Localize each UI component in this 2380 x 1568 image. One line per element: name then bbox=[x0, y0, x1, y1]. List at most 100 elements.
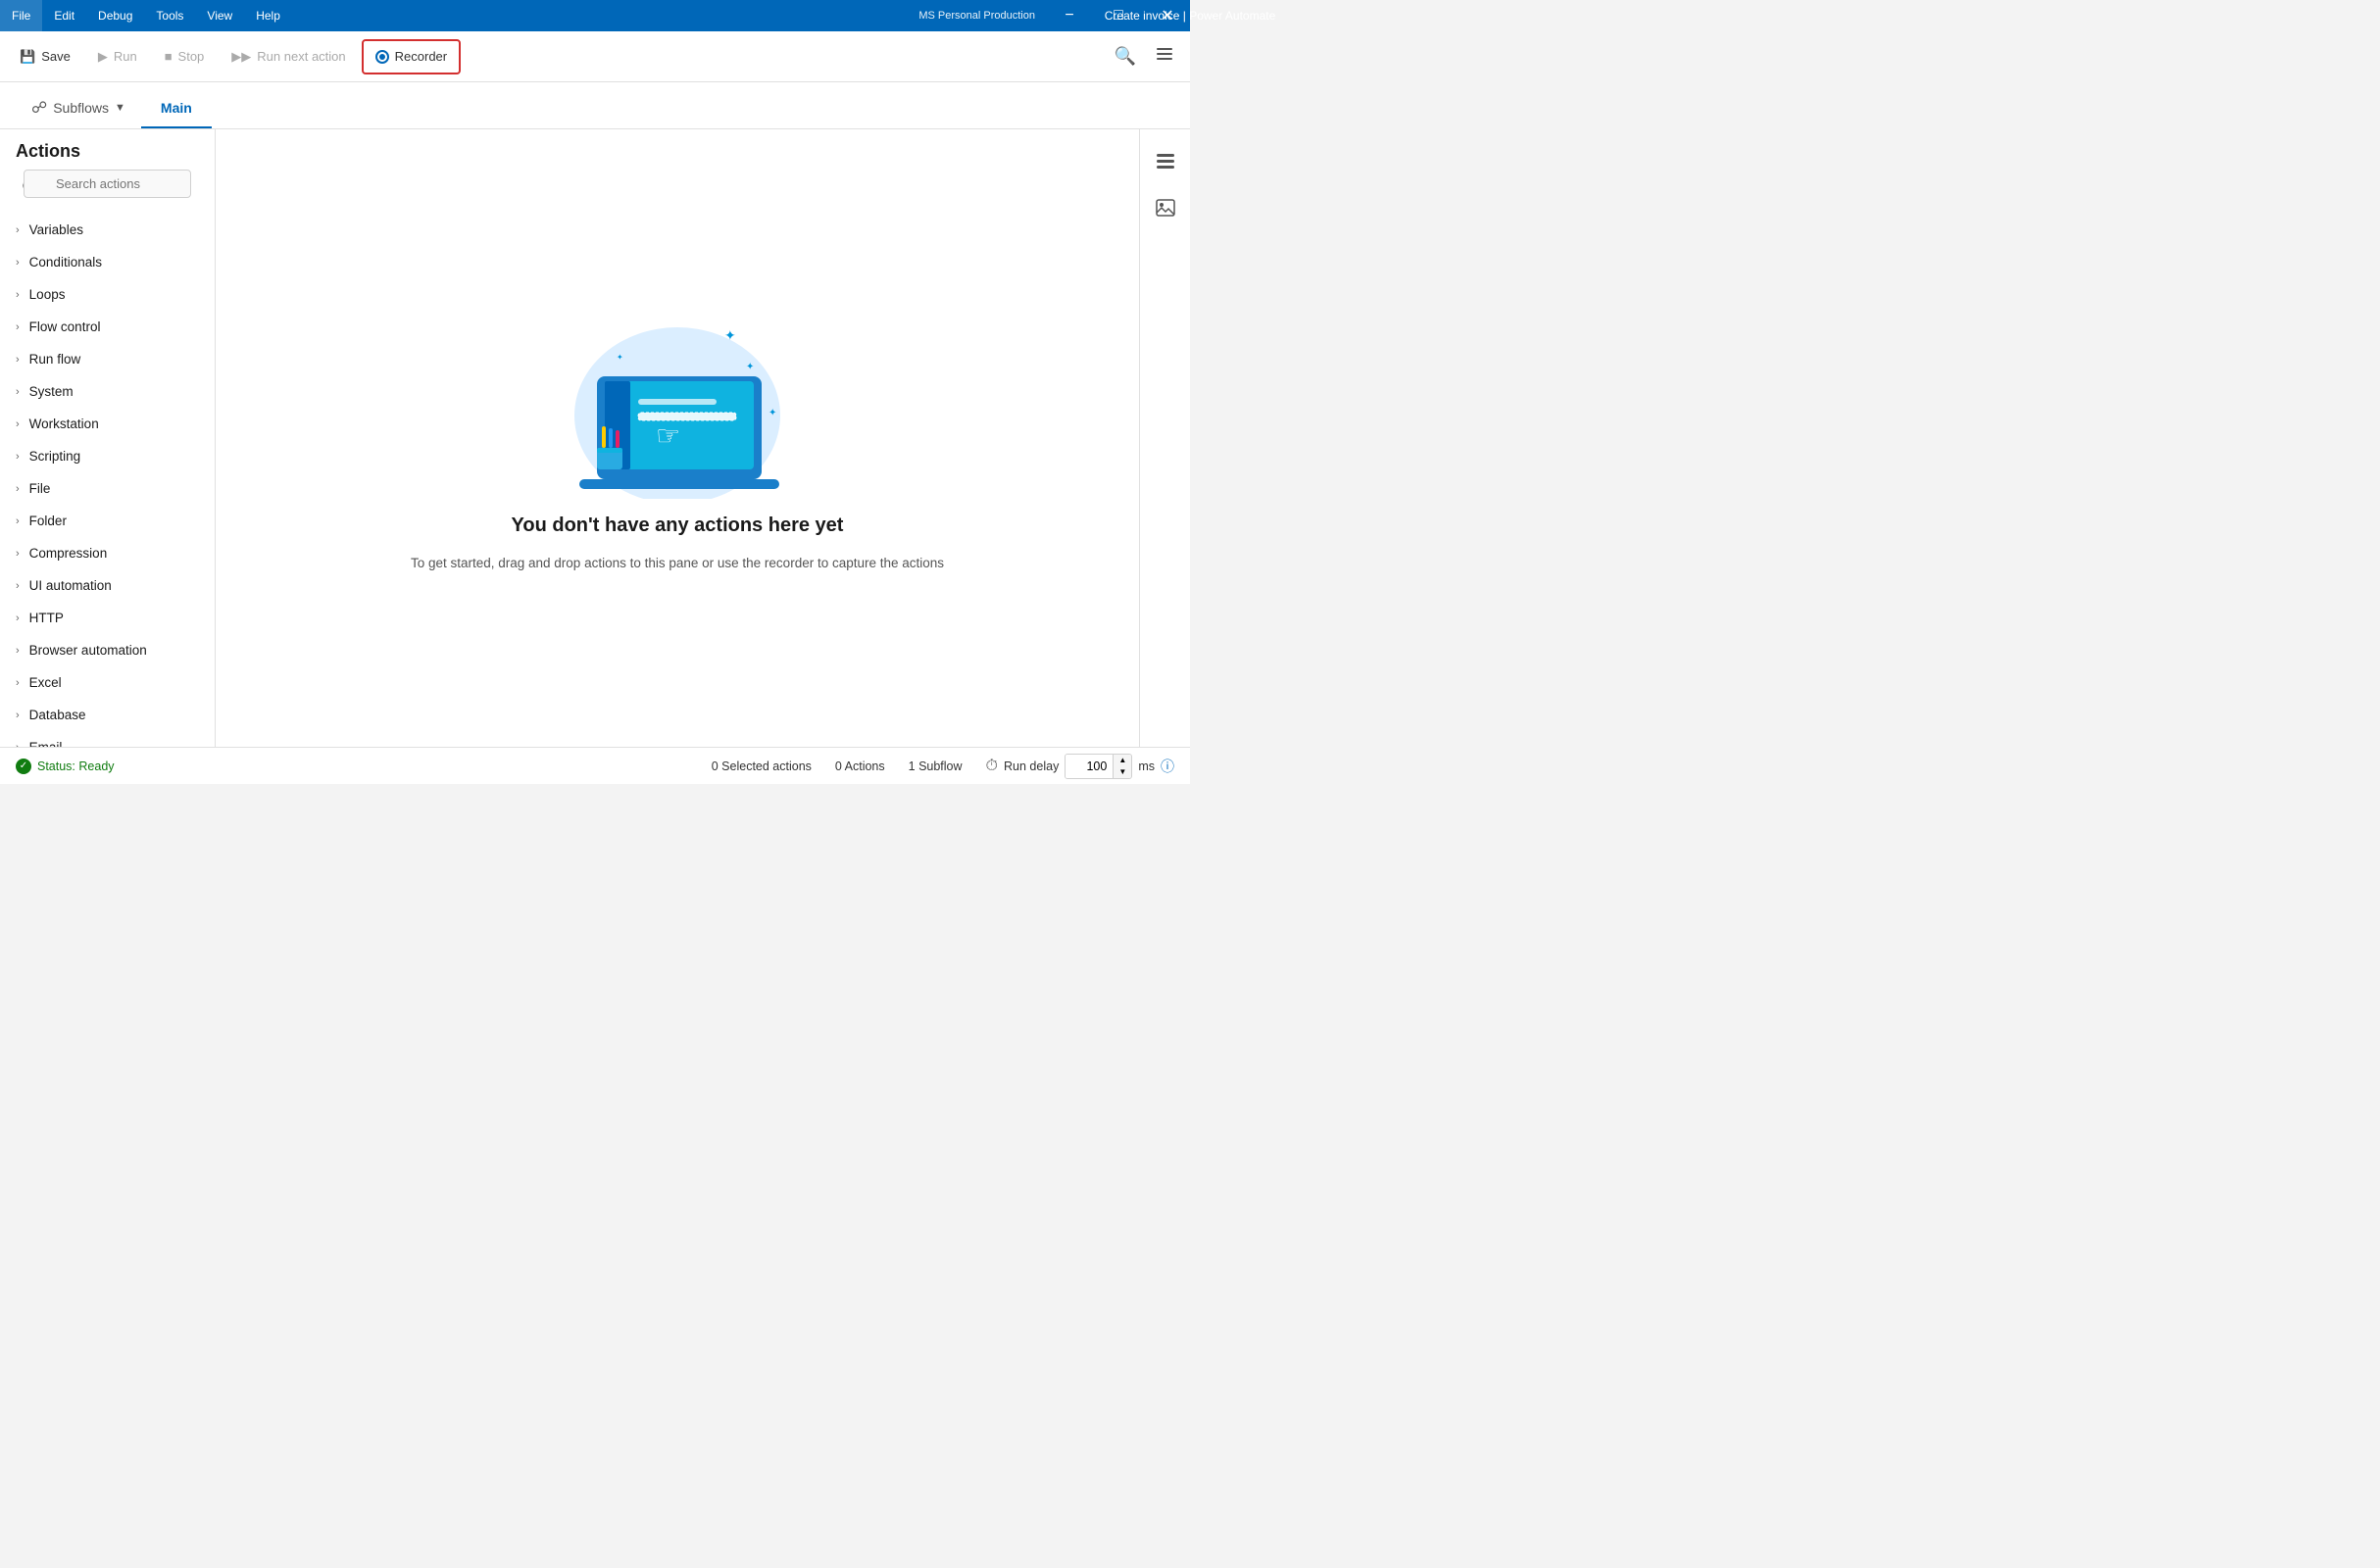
sidebar-item-compression[interactable]: › Compression bbox=[0, 537, 215, 569]
chevron-right-icon: › bbox=[16, 224, 20, 236]
image-panel-icon bbox=[1155, 197, 1176, 219]
sidebar-item-ui-automation[interactable]: › UI automation bbox=[0, 569, 215, 602]
chevron-right-icon: › bbox=[16, 386, 20, 398]
sidebar-item-email[interactable]: › Email bbox=[0, 731, 215, 747]
layers-panel-icon bbox=[1155, 150, 1176, 172]
sidebar-item-label: HTTP bbox=[29, 611, 64, 625]
sidebar-item-label: Compression bbox=[29, 546, 108, 561]
tab-subflows[interactable]: ☍ Subflows ▼ bbox=[16, 89, 141, 128]
menu-tools[interactable]: Tools bbox=[144, 0, 195, 31]
sidebar-item-label: Email bbox=[29, 740, 63, 747]
run-delay-spinners: ▲ ▼ bbox=[1113, 755, 1131, 778]
stop-button[interactable]: ■ Stop bbox=[153, 39, 217, 74]
menu-debug[interactable]: Debug bbox=[86, 0, 144, 31]
layers-panel-button[interactable] bbox=[1146, 141, 1185, 180]
chevron-down-icon: ▼ bbox=[115, 102, 125, 114]
subflows-icon: ☍ bbox=[31, 98, 47, 118]
layers-button[interactable] bbox=[1147, 39, 1182, 74]
sidebar-item-label: Folder bbox=[29, 514, 67, 528]
search-input[interactable] bbox=[24, 170, 191, 198]
title-bar-center: Create invoice | Power Automate bbox=[1105, 9, 1276, 23]
actions-count: 0 Actions bbox=[835, 760, 885, 773]
sidebar-item-browser-automation[interactable]: › Browser automation bbox=[0, 634, 215, 666]
sidebar-item-label: Variables bbox=[29, 222, 83, 237]
run-next-button[interactable]: ▶▶ Run next action bbox=[220, 39, 357, 74]
menu-edit[interactable]: Edit bbox=[42, 0, 86, 31]
sidebar-item-loops[interactable]: › Loops bbox=[0, 278, 215, 311]
menu-help[interactable]: Help bbox=[244, 0, 292, 31]
menu-view[interactable]: View bbox=[195, 0, 244, 31]
svg-text:✦: ✦ bbox=[617, 353, 623, 362]
sidebar-item-file[interactable]: › File bbox=[0, 472, 215, 505]
status-ready: ✓ Status: Ready bbox=[16, 759, 115, 774]
stop-label: Stop bbox=[178, 49, 205, 64]
content-area: ✦ ✦ ✦ ✦ ☞ You don't bbox=[216, 129, 1139, 747]
sidebar-item-database[interactable]: › Database bbox=[0, 699, 215, 731]
svg-text:☞: ☞ bbox=[656, 420, 680, 451]
sidebar-item-label: UI automation bbox=[29, 578, 112, 593]
sidebar-item-workstation[interactable]: › Workstation bbox=[0, 408, 215, 440]
layers-icon bbox=[1155, 44, 1174, 69]
sidebar-item-label: Database bbox=[29, 708, 86, 722]
chevron-right-icon: › bbox=[16, 548, 20, 560]
chevron-right-icon: › bbox=[16, 354, 20, 366]
right-panel bbox=[1139, 129, 1190, 747]
chevron-right-icon: › bbox=[16, 483, 20, 495]
main-label: Main bbox=[161, 100, 192, 116]
svg-text:✦: ✦ bbox=[746, 362, 754, 372]
image-panel-button[interactable] bbox=[1146, 188, 1185, 227]
sidebar-item-conditionals[interactable]: › Conditionals bbox=[0, 246, 215, 278]
save-button[interactable]: 💾 Save bbox=[8, 39, 82, 74]
toolbar: 💾 Save ▶ Run ■ Stop ▶▶ Run next action R… bbox=[0, 31, 1190, 82]
sidebar-item-label: Conditionals bbox=[29, 255, 102, 270]
run-next-label: Run next action bbox=[257, 49, 345, 64]
sidebar-item-excel[interactable]: › Excel bbox=[0, 666, 215, 699]
title-bar-menu: File Edit Debug Tools View Help bbox=[0, 0, 292, 31]
search-icon: 🔍 bbox=[1115, 46, 1136, 67]
tab-main[interactable]: Main bbox=[141, 89, 212, 128]
chevron-right-icon: › bbox=[16, 289, 20, 301]
save-label: Save bbox=[41, 49, 71, 64]
recorder-dot-icon bbox=[375, 50, 389, 64]
run-next-icon: ▶▶ bbox=[231, 49, 251, 65]
run-delay-unit: ms bbox=[1138, 760, 1155, 773]
sidebar-item-variables[interactable]: › Variables bbox=[0, 214, 215, 246]
sidebar-item-label: File bbox=[29, 481, 51, 496]
spinner-up-button[interactable]: ▲ bbox=[1114, 755, 1131, 766]
status-label: Status: Ready bbox=[37, 760, 115, 773]
empty-state-title: You don't have any actions here yet bbox=[512, 514, 844, 537]
chevron-right-icon: › bbox=[16, 677, 20, 689]
subflows-label: Subflows bbox=[53, 100, 109, 116]
empty-state-illustration: ✦ ✦ ✦ ✦ ☞ bbox=[540, 303, 815, 499]
info-icon[interactable]: ⓘ bbox=[1161, 757, 1174, 776]
recorder-button[interactable]: Recorder bbox=[362, 39, 461, 74]
sidebar-item-label: Flow control bbox=[29, 319, 101, 334]
run-delay-input[interactable] bbox=[1066, 755, 1113, 778]
main-layout: Actions 🔍 › Variables › Conditionals › L… bbox=[0, 129, 1190, 747]
sidebar-item-folder[interactable]: › Folder bbox=[0, 505, 215, 537]
status-dot-icon: ✓ bbox=[16, 759, 31, 774]
run-icon: ▶ bbox=[98, 49, 108, 65]
app-title: Create invoice | Power Automate bbox=[1105, 9, 1276, 23]
sidebar-item-scripting[interactable]: › Scripting bbox=[0, 440, 215, 472]
sidebar-list: › Variables › Conditionals › Loops › Flo… bbox=[0, 214, 215, 747]
chevron-right-icon: › bbox=[16, 418, 20, 430]
search-wrapper: 🔍 bbox=[12, 170, 203, 206]
run-button[interactable]: ▶ Run bbox=[86, 39, 149, 74]
menu-file[interactable]: File bbox=[0, 0, 42, 31]
minimize-button[interactable]: − bbox=[1047, 0, 1092, 31]
sidebar-item-label: Workstation bbox=[29, 416, 99, 431]
sidebar-item-label: Browser automation bbox=[29, 643, 147, 658]
tab-bar: ☍ Subflows ▼ Main bbox=[0, 82, 1190, 129]
svg-text:✦: ✦ bbox=[769, 408, 776, 418]
sidebar: Actions 🔍 › Variables › Conditionals › L… bbox=[0, 129, 216, 747]
sidebar-item-http[interactable]: › HTTP bbox=[0, 602, 215, 634]
chevron-right-icon: › bbox=[16, 451, 20, 463]
chevron-right-icon: › bbox=[16, 612, 20, 624]
empty-state-subtitle: To get started, drag and drop actions to… bbox=[411, 553, 944, 574]
sidebar-item-run-flow[interactable]: › Run flow bbox=[0, 343, 215, 375]
sidebar-item-system[interactable]: › System bbox=[0, 375, 215, 408]
toolbar-search-button[interactable]: 🔍 bbox=[1108, 39, 1143, 74]
spinner-down-button[interactable]: ▼ bbox=[1114, 766, 1131, 778]
sidebar-item-flow-control[interactable]: › Flow control bbox=[0, 311, 215, 343]
